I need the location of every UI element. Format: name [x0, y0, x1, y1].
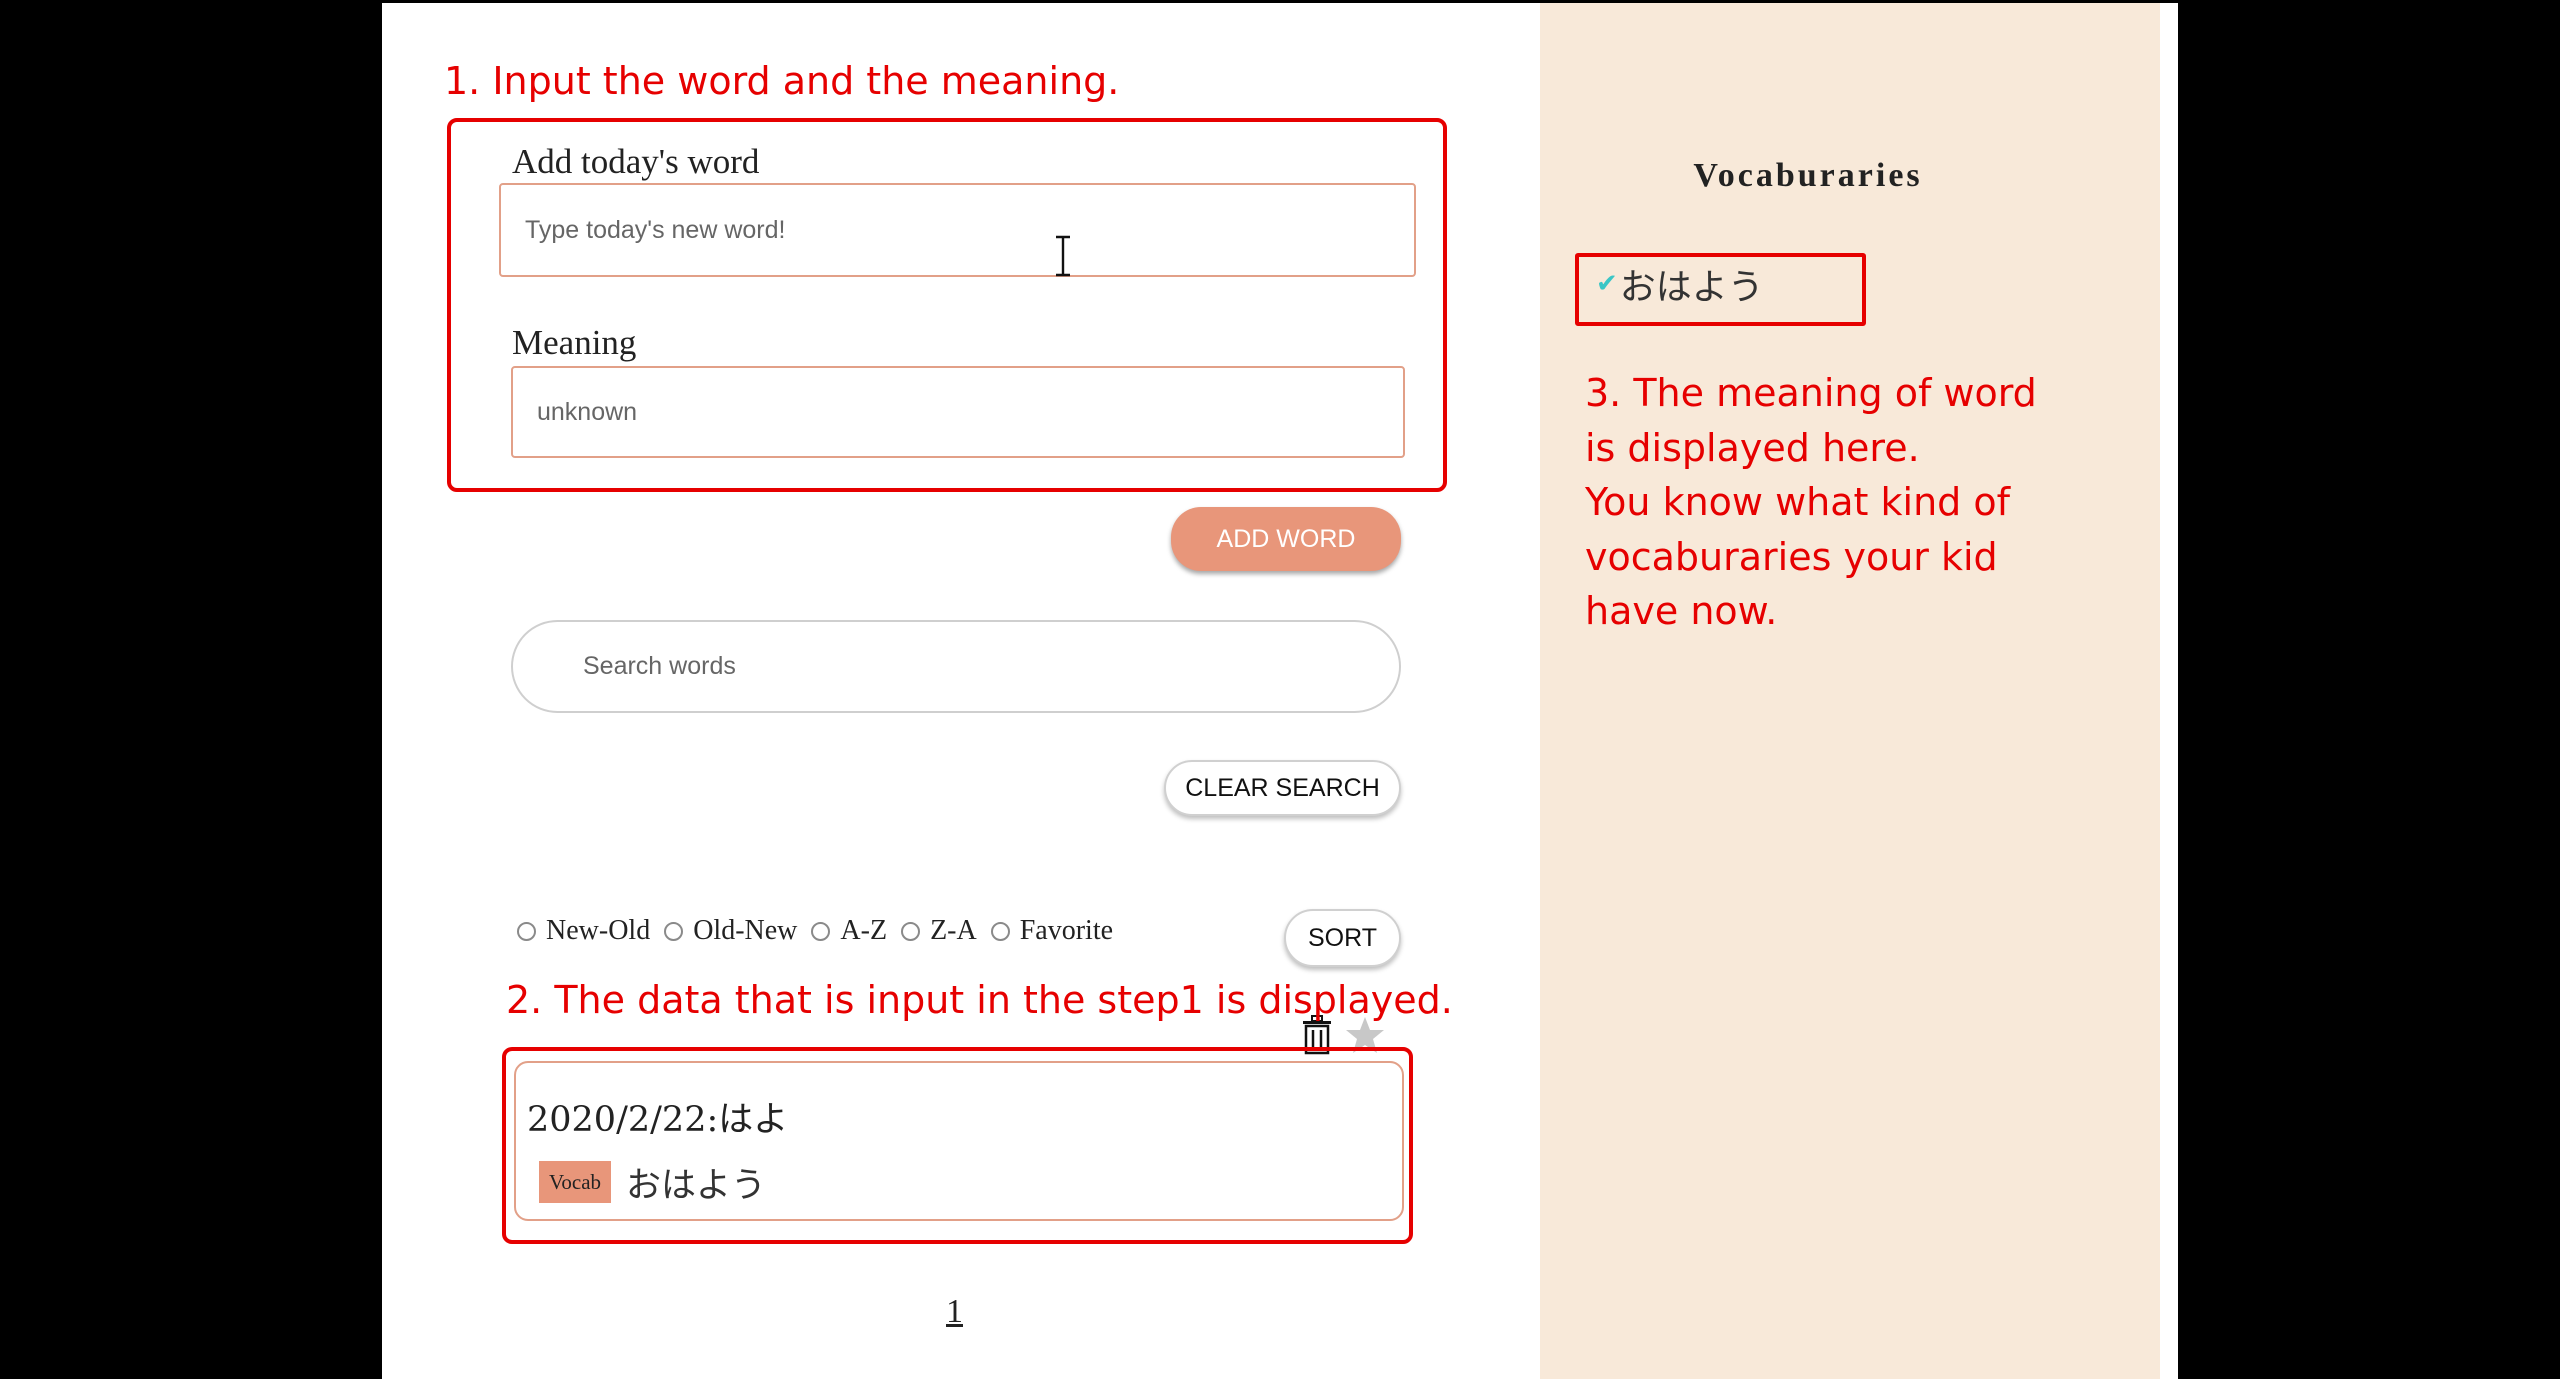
sort-option-a-z[interactable]: A-Z — [811, 915, 887, 947]
sidebar-title: Vocaburaries — [1693, 157, 1923, 194]
annotation-step3: 3. The meaning of word is displayed here… — [1585, 366, 2037, 639]
annotation-step3-line: is displayed here. — [1585, 425, 1920, 470]
sort-button[interactable]: SORT — [1284, 909, 1401, 967]
radio-button[interactable] — [517, 921, 536, 941]
vocabulary-sidebar: Vocaburaries ✔ おはよう — [1540, 3, 2160, 1379]
annotation-step3-line: have now. — [1585, 589, 1778, 633]
sort-option-label: Z-A — [930, 915, 977, 946]
radio-button[interactable] — [990, 921, 1010, 941]
sort-option-favorite[interactable]: Favorite — [990, 915, 1114, 947]
radio-button[interactable] — [901, 921, 921, 941]
sort-option-new-old[interactable]: New-Old — [517, 915, 650, 947]
annotation-step3-line: vocaburaries your kid — [1585, 534, 1998, 579]
sort-option-label: Old-New — [693, 915, 798, 946]
annotation-step3-line: 3. The meaning of word — [1585, 371, 2037, 415]
sort-options: New-Old Old-New A-Z Z-A Favorite — [517, 915, 1127, 947]
radio-button[interactable] — [811, 921, 831, 941]
sort-option-old-new[interactable]: Old-New — [664, 915, 797, 947]
annotation-step1: 1. Input the word and the meaning. — [444, 59, 1120, 103]
app-page: Vocaburaries ✔ おはよう Add today's word Mea… — [382, 3, 2178, 1379]
annotation-step2: 2. The data that is input in the step1 i… — [506, 978, 1453, 1022]
pagination-page-1[interactable]: 1 — [946, 1293, 963, 1331]
annotation-box-step2 — [502, 1047, 1413, 1244]
add-word-button[interactable]: ADD WORD — [1171, 507, 1401, 571]
search-input[interactable] — [511, 620, 1401, 713]
sort-option-label: Favorite — [1019, 915, 1114, 946]
annotation-box-step3 — [1575, 253, 1866, 326]
sort-option-z-a[interactable]: Z-A — [901, 915, 977, 947]
clear-search-button[interactable]: CLEAR SEARCH — [1164, 760, 1401, 816]
annotation-box-step1 — [447, 118, 1447, 492]
sort-option-label: A-Z — [840, 915, 888, 946]
radio-button[interactable] — [664, 921, 684, 941]
annotation-step3-line: You know what kind of — [1585, 480, 2010, 524]
sort-option-label: New-Old — [546, 915, 651, 946]
